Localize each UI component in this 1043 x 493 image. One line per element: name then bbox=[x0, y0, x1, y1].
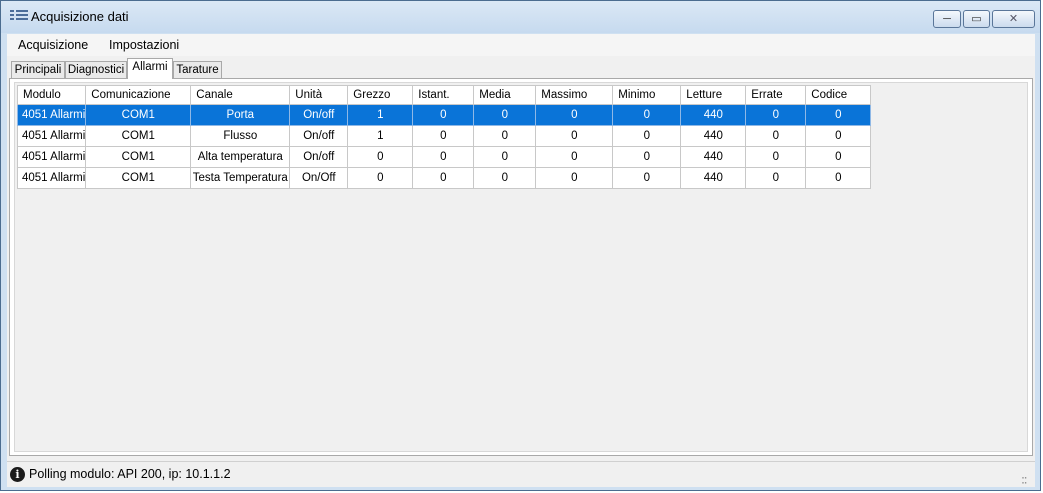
cell-errate[interactable]: 0 bbox=[745, 125, 807, 147]
cell-comunicazione[interactable]: COM1 bbox=[85, 104, 192, 126]
cell-comunicazione[interactable]: COM1 bbox=[85, 167, 192, 189]
column-header-massimo[interactable]: Massimo bbox=[535, 85, 614, 105]
cell-canale[interactable]: Flusso bbox=[190, 125, 291, 147]
window-title: Acquisizione dati bbox=[31, 9, 129, 24]
cell-canale[interactable]: Alta temperatura bbox=[190, 146, 291, 168]
cell-letture[interactable]: 440 bbox=[680, 104, 747, 126]
cell-massimo[interactable]: 0 bbox=[535, 104, 614, 126]
cell-unita[interactable]: On/off bbox=[289, 104, 349, 126]
column-header-codice[interactable]: Codice bbox=[805, 85, 872, 105]
status-text: Polling modulo: API 200, ip: 10.1.1.2 bbox=[29, 467, 231, 481]
title-bar[interactable]: Acquisizione dati ─ ▭ ✕ bbox=[1, 1, 1040, 33]
data-grid[interactable]: Modulo Comunicazione Canale Unità Grezzo… bbox=[14, 82, 1028, 452]
cell-media[interactable]: 0 bbox=[473, 167, 537, 189]
cell-massimo[interactable]: 0 bbox=[535, 125, 614, 147]
tab-diagnostici[interactable]: Diagnostici bbox=[65, 61, 127, 78]
cell-errate[interactable]: 0 bbox=[745, 167, 807, 189]
tab-principali[interactable]: Principali bbox=[11, 61, 65, 78]
cell-media[interactable]: 0 bbox=[473, 104, 537, 126]
cell-modulo[interactable]: 4051 Allarmi bbox=[16, 167, 87, 189]
cell-comunicazione[interactable]: COM1 bbox=[85, 146, 192, 168]
cell-grezzo[interactable]: 1 bbox=[347, 104, 414, 126]
cell-modulo[interactable]: 4051 Allarmi bbox=[16, 104, 87, 126]
cell-massimo[interactable]: 0 bbox=[535, 146, 614, 168]
cell-istant[interactable]: 0 bbox=[412, 146, 475, 168]
cell-codice[interactable]: 0 bbox=[805, 125, 872, 147]
close-button[interactable]: ✕ bbox=[992, 10, 1035, 28]
column-header-media[interactable]: Media bbox=[473, 85, 537, 105]
cell-letture[interactable]: 440 bbox=[680, 125, 747, 147]
table-header-row: Modulo Comunicazione Canale Unità Grezzo… bbox=[16, 85, 872, 105]
cell-codice[interactable]: 0 bbox=[805, 167, 872, 189]
column-header-modulo[interactable]: Modulo bbox=[16, 85, 87, 105]
cell-massimo[interactable]: 0 bbox=[535, 167, 614, 189]
cell-unita[interactable]: On/off bbox=[289, 146, 349, 168]
table-row[interactable]: 4051 Allarmi COM1 Porta On/off 1 0 0 0 0 440 0 0 bbox=[16, 104, 872, 126]
cell-istant[interactable]: 0 bbox=[412, 104, 475, 126]
table-row[interactable]: 4051 Allarmi COM1 Testa Temperatura On/Off 0… bbox=[16, 167, 872, 189]
cell-minimo[interactable]: 0 bbox=[612, 125, 682, 147]
column-header-comunicazione[interactable]: Comunicazione bbox=[85, 85, 192, 105]
tab-allarmi[interactable]: Allarmi bbox=[127, 58, 173, 79]
column-header-grezzo[interactable]: Grezzo bbox=[347, 85, 414, 105]
cell-letture[interactable]: 440 bbox=[680, 146, 747, 168]
column-header-canale[interactable]: Canale bbox=[190, 85, 291, 105]
tab-tarature[interactable]: Tarature bbox=[173, 61, 222, 78]
cell-media[interactable]: 0 bbox=[473, 146, 537, 168]
status-bar: i Polling modulo: API 200, ip: 10.1.1.2 … bbox=[7, 461, 1035, 487]
column-header-letture[interactable]: Letture bbox=[680, 85, 747, 105]
client-area: Acquisizione Impostazioni Principali Dia… bbox=[7, 34, 1035, 487]
menu-acquisizione[interactable]: Acquisizione bbox=[18, 38, 88, 52]
menu-bar: Acquisizione Impostazioni bbox=[7, 34, 1035, 56]
cell-unita[interactable]: On/Off bbox=[289, 167, 349, 189]
column-header-errate[interactable]: Errate bbox=[745, 85, 807, 105]
cell-letture[interactable]: 440 bbox=[680, 167, 747, 189]
column-header-unita[interactable]: Unità bbox=[289, 85, 349, 105]
menu-impostazioni[interactable]: Impostazioni bbox=[109, 38, 179, 52]
cell-modulo[interactable]: 4051 Allarmi bbox=[16, 146, 87, 168]
resize-grip-icon[interactable]: ⠤ ⠤ bbox=[1021, 472, 1031, 486]
cell-codice[interactable]: 0 bbox=[805, 146, 872, 168]
cell-minimo[interactable]: 0 bbox=[612, 104, 682, 126]
maximize-button[interactable]: ▭ bbox=[963, 10, 990, 28]
cell-comunicazione[interactable]: COM1 bbox=[85, 125, 192, 147]
cell-errate[interactable]: 0 bbox=[745, 146, 807, 168]
cell-minimo[interactable]: 0 bbox=[612, 146, 682, 168]
cell-grezzo[interactable]: 0 bbox=[347, 167, 414, 189]
cell-istant[interactable]: 0 bbox=[412, 167, 475, 189]
table-row[interactable]: 4051 Allarmi COM1 Flusso On/off 1 0 0 0 0 440 0 0 bbox=[16, 125, 872, 147]
cell-unita[interactable]: On/off bbox=[289, 125, 349, 147]
alarms-table: Modulo Comunicazione Canale Unità Grezzo… bbox=[16, 85, 872, 189]
info-icon: i bbox=[10, 467, 25, 482]
cell-media[interactable]: 0 bbox=[473, 125, 537, 147]
cell-canale[interactable]: Testa Temperatura bbox=[190, 167, 291, 189]
table-row[interactable]: 4051 Allarmi COM1 Alta temperatura On/off 0 0… bbox=[16, 146, 872, 168]
column-header-istant[interactable]: Istant. bbox=[412, 85, 475, 105]
minimize-button[interactable]: ─ bbox=[933, 10, 961, 28]
tab-panel-allarmi: Modulo Comunicazione Canale Unità Grezzo… bbox=[9, 78, 1033, 456]
cell-minimo[interactable]: 0 bbox=[612, 167, 682, 189]
cell-errate[interactable]: 0 bbox=[745, 104, 807, 126]
tab-strip: Principali Diagnostici Allarmi Tarature bbox=[7, 58, 1035, 79]
cell-grezzo[interactable]: 1 bbox=[347, 125, 414, 147]
column-header-minimo[interactable]: Minimo bbox=[612, 85, 682, 105]
app-window: Acquisizione dati ─ ▭ ✕ Acquisizione Imp… bbox=[0, 0, 1041, 491]
cell-modulo[interactable]: 4051 Allarmi bbox=[16, 125, 87, 147]
cell-canale[interactable]: Porta bbox=[190, 104, 291, 126]
list-icon bbox=[10, 10, 28, 25]
cell-codice[interactable]: 0 bbox=[805, 104, 872, 126]
cell-grezzo[interactable]: 0 bbox=[347, 146, 414, 168]
cell-istant[interactable]: 0 bbox=[412, 125, 475, 147]
